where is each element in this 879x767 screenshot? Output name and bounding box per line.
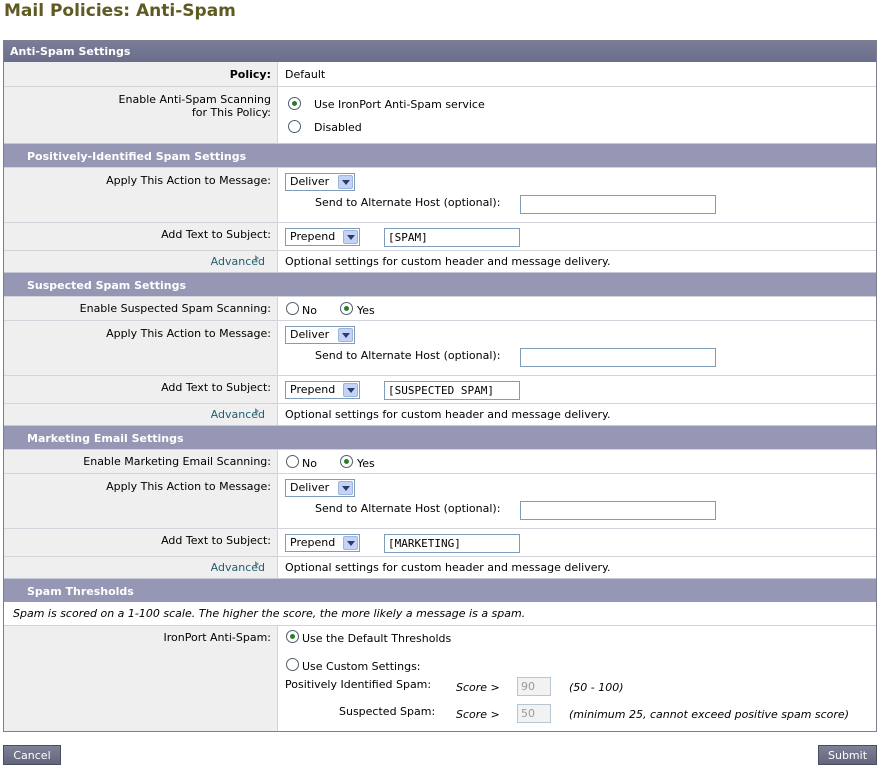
ironport-service-radio[interactable] <box>288 97 301 110</box>
thresholds-label: IronPort Anti-Spam: <box>163 631 272 644</box>
marketing-advanced-row: Advanced Optional settings for custom he… <box>4 556 876 578</box>
submit-button[interactable]: Submit <box>818 745 877 765</box>
suspected-yes-label: Yes <box>357 304 375 317</box>
positive-score-prefix: Score > <box>456 681 500 694</box>
suspected-advanced-row: Advanced Optional settings for custom he… <box>4 403 876 425</box>
policy-row: Policy: Default <box>4 62 876 86</box>
marketing-alt-host-input[interactable] <box>520 501 716 520</box>
thresholds-section-header: Spam Thresholds <box>4 578 876 602</box>
suspected-no-radio[interactable] <box>286 302 299 315</box>
marketing-yes-label: Yes <box>357 457 375 470</box>
suspected-action-row: Apply This Action to Message: Deliver Se… <box>4 320 876 375</box>
positive-subject-row: Add Text to Subject: Prepend [SPAM] <box>4 222 876 250</box>
positive-section-header: Positively-Identified Spam Settings <box>4 143 876 167</box>
marketing-advanced-desc: Optional settings for custom header and … <box>285 561 611 574</box>
suspected-no-label: No <box>302 304 317 317</box>
positive-threshold-range: (50 - 100) <box>569 681 624 694</box>
suspected-subject-mode-select[interactable]: Prepend <box>285 381 360 399</box>
panel-title: Anti-Spam Settings <box>4 41 876 62</box>
suspected-action-label: Apply This Action to Message: <box>106 327 271 340</box>
marketing-enable-label: Enable Marketing Email Scanning: <box>83 455 271 468</box>
thresholds-row: IronPort Anti-Spam: Use the Default Thre… <box>4 625 876 731</box>
suspected-threshold-label: Suspected Spam: <box>339 705 436 718</box>
positive-alt-host-label: Send to Alternate Host (optional): <box>315 196 501 209</box>
disabled-label: Disabled <box>314 121 362 134</box>
marketing-subject-row: Add Text to Subject: Prepend [MARKETING] <box>4 528 876 556</box>
disabled-radio[interactable] <box>288 120 301 133</box>
enable-scanning-row: Enable Anti-Spam Scanning for This Policy… <box>4 86 876 143</box>
cancel-button[interactable]: Cancel <box>3 745 61 765</box>
chevron-down-icon <box>343 230 358 244</box>
marketing-alt-host-label: Send to Alternate Host (optional): <box>315 502 501 515</box>
suspected-subject-row: Add Text to Subject: Prepend [SUSPECTED … <box>4 375 876 403</box>
suspected-section-header: Suspected Spam Settings <box>4 272 876 296</box>
page-title: Mail Policies: Anti-Spam <box>4 1 236 21</box>
positive-advanced-row: Advanced Optional settings for custom he… <box>4 250 876 272</box>
positive-subject-mode-select[interactable]: Prepend <box>285 228 360 246</box>
default-thresholds-label: Use the Default Thresholds <box>302 632 452 645</box>
suspected-score-prefix: Score > <box>456 708 500 721</box>
suspected-enable-row: Enable Suspected Spam Scanning: No Yes <box>4 296 876 320</box>
marketing-action-label: Apply This Action to Message: <box>106 480 271 493</box>
positive-subject-label: Add Text to Subject: <box>161 228 271 241</box>
enable-label-line1: Enable Anti-Spam Scanning <box>118 93 271 106</box>
suspected-subject-label: Add Text to Subject: <box>161 381 271 394</box>
policy-label: Policy: <box>229 68 271 81</box>
suspected-alt-host-label: Send to Alternate Host (optional): <box>315 349 501 362</box>
policy-value: Default <box>285 68 326 81</box>
marketing-yes-radio[interactable] <box>340 455 353 468</box>
positive-action-row: Apply This Action to Message: Deliver Se… <box>4 167 876 222</box>
thresholds-note: Spam is scored on a 1-100 scale. The hig… <box>4 602 876 625</box>
custom-settings-label: Use Custom Settings: <box>302 660 421 673</box>
marketing-subject-mode-select[interactable]: Prepend <box>285 534 360 552</box>
default-thresholds-radio[interactable] <box>286 630 299 643</box>
marketing-action-row: Apply This Action to Message: Deliver Se… <box>4 473 876 528</box>
marketing-subject-text-input[interactable]: [MARKETING] <box>384 534 520 553</box>
positive-threshold-label: Positively Identified Spam: <box>285 678 432 691</box>
marketing-no-radio[interactable] <box>286 455 299 468</box>
enable-label-line2: for This Policy: <box>191 106 271 119</box>
suspected-threshold-range: (minimum 25, cannot exceed positive spam… <box>569 708 849 721</box>
positive-advanced-desc: Optional settings for custom header and … <box>285 255 611 268</box>
anti-spam-settings-panel: Anti-Spam Settings Policy: Default Enabl… <box>3 40 877 732</box>
suspected-advanced-desc: Optional settings for custom header and … <box>285 408 611 421</box>
suspected-yes-radio[interactable] <box>340 302 353 315</box>
positive-action-select[interactable]: Deliver <box>285 173 355 191</box>
marketing-no-label: No <box>302 457 317 470</box>
suspected-alt-host-input[interactable] <box>520 348 716 367</box>
suspected-threshold-input[interactable]: 50 <box>517 704 551 723</box>
positive-subject-text-input[interactable]: [SPAM] <box>384 228 520 247</box>
chevron-down-icon <box>338 481 353 495</box>
chevron-down-icon <box>338 328 353 342</box>
suspected-action-select[interactable]: Deliver <box>285 326 355 344</box>
suspected-enable-label: Enable Suspected Spam Scanning: <box>79 302 271 315</box>
marketing-enable-row: Enable Marketing Email Scanning: No Yes <box>4 449 876 473</box>
marketing-action-select[interactable]: Deliver <box>285 479 355 497</box>
ironport-service-label: Use IronPort Anti-Spam service <box>314 98 485 111</box>
marketing-section-header: Marketing Email Settings <box>4 425 876 449</box>
chevron-down-icon <box>343 536 358 550</box>
suspected-subject-text-input[interactable]: [SUSPECTED SPAM] <box>384 381 520 400</box>
positive-threshold-input[interactable]: 90 <box>517 677 551 696</box>
custom-settings-radio[interactable] <box>286 658 299 671</box>
positive-action-label: Apply This Action to Message: <box>106 174 271 187</box>
chevron-down-icon <box>338 175 353 189</box>
chevron-down-icon <box>343 383 358 397</box>
marketing-subject-label: Add Text to Subject: <box>161 534 271 547</box>
positive-alt-host-input[interactable] <box>520 195 716 214</box>
